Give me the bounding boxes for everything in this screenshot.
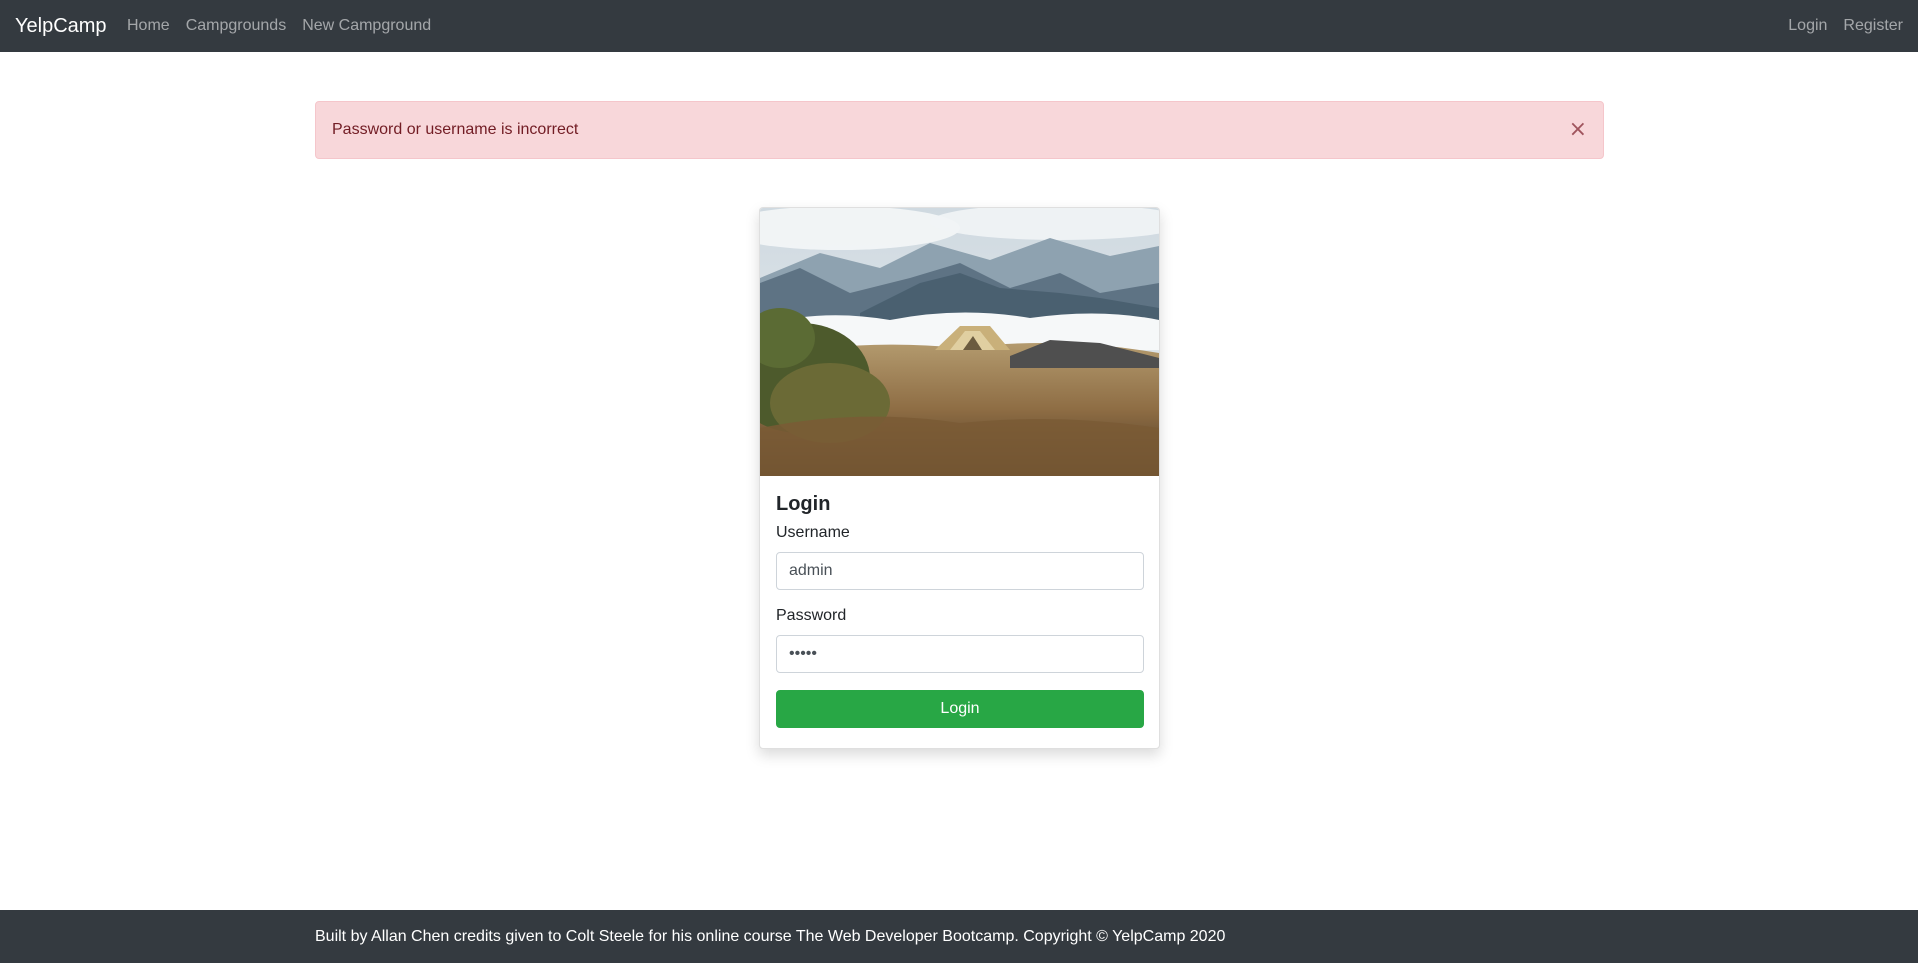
nav-right-group: Login Register [1788,0,1903,52]
footer: Built by Allan Chen credits given to Col… [0,910,1918,963]
nav-link-register[interactable]: Register [1843,14,1903,38]
alert-message: Password or username is incorrect [332,121,579,138]
close-icon[interactable]: × [1569,116,1587,144]
nav-left-group: Home Campgrounds New Campground [127,0,447,52]
footer-text: Built by Allan Chen credits given to Col… [315,928,1226,945]
error-alert: Password or username is incorrect × [315,101,1604,159]
login-title: Login [776,493,831,515]
nav-link-campgrounds[interactable]: Campgrounds [186,14,287,38]
password-label: Password [776,607,847,624]
login-card: Login Username Password Login [759,207,1160,749]
top-navbar: YelpCamp Home Campgrounds New Campground… [0,0,1918,52]
nav-link-login[interactable]: Login [1788,14,1827,38]
username-label: Username [776,524,850,541]
mountain-tent-photo [760,208,1159,476]
nav-link-new-campground[interactable]: New Campground [302,14,431,38]
username-input[interactable] [776,552,1144,590]
password-input[interactable] [776,635,1144,673]
brand-link[interactable]: YelpCamp [15,12,107,40]
nav-link-home[interactable]: Home [127,14,170,38]
login-form: Login Username Password Login [776,492,1144,728]
login-button[interactable]: Login [776,690,1144,728]
